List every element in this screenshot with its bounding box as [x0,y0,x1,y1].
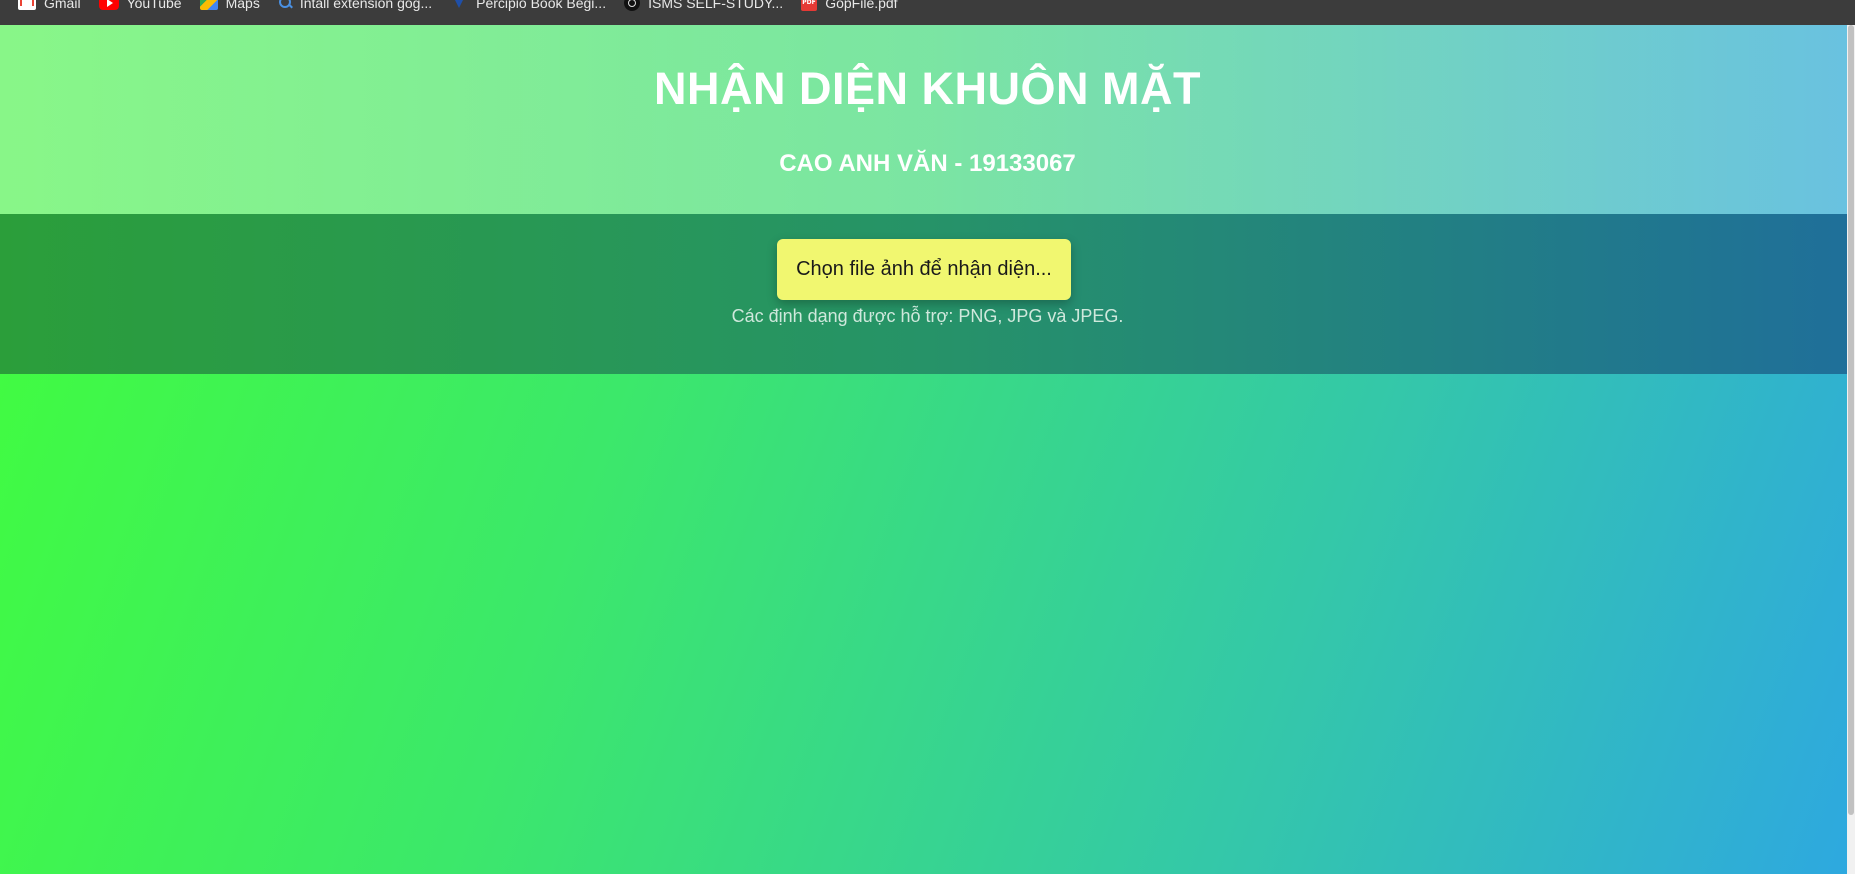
bookmark-label: Maps [225,0,260,11]
browser-viewport: Gmail YouTube Maps Intall extension gog.… [0,0,1855,874]
youtube-icon [98,0,119,10]
bookmark-label: Gmail [44,0,81,11]
page-header: NHẬN DIỆN KHUÔN MẶT CAO ANH VĂN - 191330… [0,25,1855,214]
search-icon [278,0,292,10]
bookmark-label: YouTube [126,0,182,11]
scrollbar-thumb[interactable] [1848,25,1854,815]
bookmark-label: Percipio Book Begi... [476,0,607,11]
bookmark-gmail[interactable]: Gmail [18,0,81,11]
bookmark-maps[interactable]: Maps [199,0,260,11]
supported-formats-note: Các định dạng được hỗ trợ: PNG, JPG và J… [731,306,1124,326]
maps-icon [199,0,218,10]
bookmark-label: ISMS SELF-STUDY... [648,0,784,11]
gmail-icon [18,0,36,10]
bookmarks-bar: Gmail YouTube Maps Intall extension gog.… [0,0,1855,25]
bookmark-percipio[interactable]: Percipio Book Begi... [450,0,607,11]
bookmark-label: Intall extension gog... [299,0,433,11]
choose-file-button[interactable]: Chọn file ảnh để nhận diện... [777,239,1071,300]
page-title: NHẬN DIỆN KHUÔN MẶT [654,63,1201,114]
percipio-icon [450,0,468,10]
bookmark-label: GopFile.pdf [825,0,898,11]
bookmark-gopfile[interactable]: GopFile.pdf [801,0,898,11]
upload-section: Chọn file ảnh để nhận diện... Các định d… [0,214,1855,374]
bookmark-youtube[interactable]: YouTube [98,0,182,11]
bookmark-extension[interactable]: Intall extension gog... [278,0,433,11]
author-subtitle: CAO ANH VĂN - 19133067 [779,150,1076,177]
bookmark-isms[interactable]: ISMS SELF-STUDY... [624,0,784,11]
isms-icon [624,0,641,11]
pdf-icon [801,0,818,11]
